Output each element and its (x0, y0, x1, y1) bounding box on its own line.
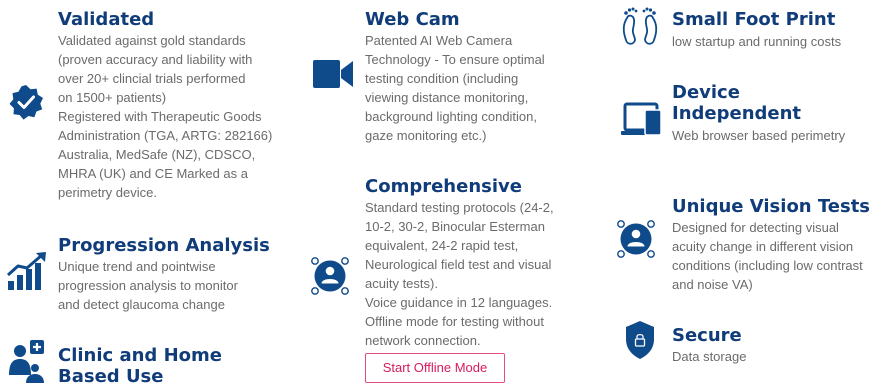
feature-description: Validated against gold standards (proven… (58, 31, 272, 202)
footprints-icon (622, 7, 658, 45)
description-line: Technology - To ensure optimal (365, 52, 545, 67)
title-line: Independent (672, 103, 802, 124)
user-focus-icon (311, 257, 349, 295)
feature-description: Standard testing protocols (24-2, 10-2, … (365, 198, 554, 350)
description-line: Australia, MedSafe (NZ), CDSCO, (58, 147, 256, 162)
description-line: viewing distance monitoring, (365, 90, 529, 105)
feature-description: Patented AI Web Camera Technology - To e… (365, 31, 545, 145)
start-offline-mode-button[interactable]: Start Offline Mode (365, 353, 505, 383)
shield-lock-icon (626, 321, 654, 359)
description-line: Unique trend and pointwise (58, 259, 216, 274)
description-line: on 1500+ patients) (58, 90, 167, 105)
feature-title: Secure (672, 325, 742, 346)
description-line: Neurological field test and visual (365, 257, 552, 272)
description-line: background lighting condition, (365, 109, 538, 124)
feature-description: Unique trend and pointwise progression a… (58, 257, 238, 314)
feature-title: Small Foot Print (672, 9, 836, 30)
description-line: Patented AI Web Camera (365, 33, 513, 48)
description-line: 10-2, 30-2, Binocular Esterman (365, 219, 545, 234)
description-line: Administration (TGA, ARTG: 282166) (58, 128, 273, 143)
feature-description: Data storage (672, 347, 746, 366)
description-line: Web browser based perimetry (672, 128, 846, 143)
feature-title: Web Cam (365, 9, 460, 30)
description-line: Registered with Therapeutic Goods (58, 109, 262, 124)
description-line: perimetry device. (58, 185, 157, 200)
feature-title: Device Independent (672, 82, 801, 124)
description-line: low startup and running costs (672, 34, 842, 49)
verified-badge-icon (9, 85, 43, 120)
description-line: equivalent, 24-2 rapid test, (365, 238, 519, 253)
description-line: acuity change in different vision (672, 239, 854, 254)
laptop-tablet-icon (621, 102, 662, 136)
description-line: gaze monitoring etc.) (365, 128, 487, 143)
trend-chart-icon (6, 252, 46, 290)
description-line: MHRA (UK) and CE Marked as a (58, 166, 249, 181)
description-line: network connection. (365, 333, 481, 348)
description-line: over 20+ clincial trials performed (58, 71, 246, 86)
title-line: Device (672, 82, 740, 103)
description-line: testing condition (including (365, 71, 519, 86)
title-line: Clinic and Home (58, 345, 222, 366)
feature-title: Clinic and Home Based Use (58, 345, 222, 383)
feature-title: Validated (58, 9, 155, 30)
description-line: progression analysis to monitor (58, 278, 238, 293)
description-line: Data storage (672, 349, 747, 364)
feature-description: low startup and running costs (672, 32, 841, 51)
description-line: acuity tests). (365, 276, 438, 291)
description-line: Validated against gold standards (58, 33, 246, 48)
doctor-patient-icon (9, 340, 44, 383)
description-line: Offline mode for testing without (365, 314, 544, 329)
title-line: Based Use (58, 366, 164, 383)
description-line: Voice guidance in 12 languages. (365, 295, 553, 310)
feature-description: Designed for detecting visual acuity cha… (672, 218, 863, 294)
feature-title: Progression Analysis (58, 235, 270, 256)
feature-description: Web browser based perimetry (672, 126, 845, 145)
feature-title: Unique Vision Tests (672, 196, 871, 217)
description-line: conditions (including low contrast (672, 258, 863, 273)
description-line: and noise VA) (672, 277, 753, 292)
user-focus-icon (617, 220, 655, 258)
description-line: Standard testing protocols (24-2, (365, 200, 554, 215)
feature-title: Comprehensive (365, 176, 522, 197)
description-line: and detect glaucoma change (58, 297, 225, 312)
description-line: Designed for detecting visual (672, 220, 839, 235)
description-line: (proven accuracy and liability with (58, 52, 253, 67)
video-camera-icon (313, 60, 353, 88)
